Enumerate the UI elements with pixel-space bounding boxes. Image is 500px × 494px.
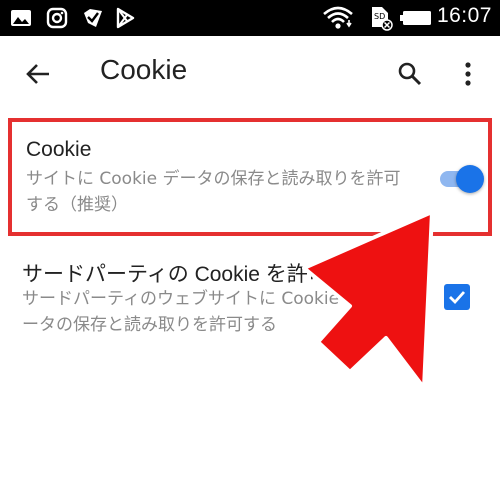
cookie-setting-title: Cookie	[26, 138, 92, 161]
wifi-icon	[322, 6, 354, 30]
cookie-setting-summary: サイトに Cookie データの保存と読み取りを許可する（推奨）	[26, 169, 401, 215]
check-app-icon	[82, 6, 104, 30]
back-button[interactable]	[20, 56, 56, 92]
battery-icon	[400, 6, 434, 30]
back-arrow-icon	[26, 64, 49, 84]
third-party-cookie-summary: サードパーティのウェブサイトに Cookie データの保存と読み取りを許可する	[22, 289, 362, 335]
sim-card-icon: SD	[368, 6, 394, 31]
clock-time: 16:07	[436, 4, 492, 27]
more-vert-icon	[465, 62, 471, 86]
search-button[interactable]	[392, 56, 428, 92]
status-bar: SD 16:07	[0, 0, 500, 36]
instagram-icon	[46, 6, 68, 30]
cookie-setting-row[interactable]: Cookie サイトに Cookie データの保存と読み取りを許可する（推奨）	[8, 118, 492, 236]
page-title: Cookie	[100, 54, 188, 85]
third-party-cookie-checkbox[interactable]	[444, 284, 470, 310]
app-toolbar: Cookie	[0, 36, 500, 112]
toggle-thumb	[456, 165, 484, 193]
third-party-cookie-title: サードパーティの Cookie を許可	[22, 263, 329, 286]
cookie-toggle-switch[interactable]	[436, 162, 484, 194]
more-options-button[interactable]	[452, 56, 484, 92]
play-store-icon	[114, 6, 136, 30]
search-icon	[398, 62, 422, 86]
checkmark-icon	[449, 291, 466, 305]
svg-text:SD: SD	[374, 12, 385, 21]
gallery-icon	[10, 6, 32, 30]
third-party-cookie-row[interactable]: サードパーティの Cookie を許可 サードパーティのウェブサイトに Cook…	[8, 246, 492, 346]
